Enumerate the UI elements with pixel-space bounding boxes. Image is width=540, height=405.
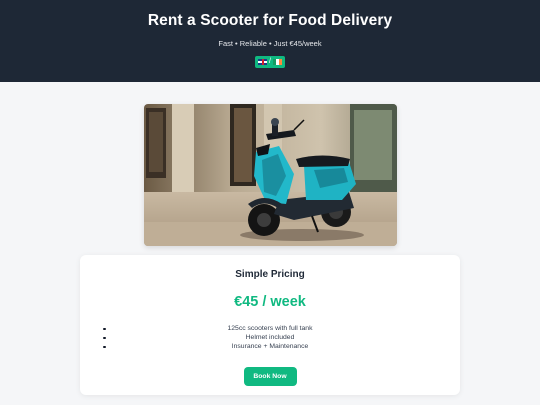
language-switcher[interactable]: / bbox=[255, 56, 285, 68]
pricing-card: Simple Pricing €45 / week 125cc scooters… bbox=[80, 255, 460, 395]
page-title: Rent a Scooter for Food Delivery bbox=[147, 12, 393, 29]
list-item: Helmet included bbox=[80, 333, 460, 342]
list-item: Insurance + Maintenance bbox=[80, 342, 460, 351]
ireland-flag-icon[interactable] bbox=[272, 59, 282, 65]
uk-flag-icon[interactable] bbox=[258, 59, 268, 65]
pricing-title: Simple Pricing bbox=[235, 269, 305, 280]
price-label: €45 / week bbox=[234, 294, 306, 310]
book-now-button[interactable]: Book Now bbox=[243, 367, 297, 386]
tagline: Fast • Reliable • Just €45/week bbox=[218, 39, 322, 48]
feature-list: 125cc scooters with full tank Helmet inc… bbox=[80, 324, 460, 351]
list-item: 125cc scooters with full tank bbox=[80, 324, 460, 333]
language-separator: / bbox=[269, 58, 271, 65]
hero-header: Rent a Scooter for Food Delivery Fast • … bbox=[0, 0, 540, 82]
scooter-photo bbox=[144, 104, 397, 246]
